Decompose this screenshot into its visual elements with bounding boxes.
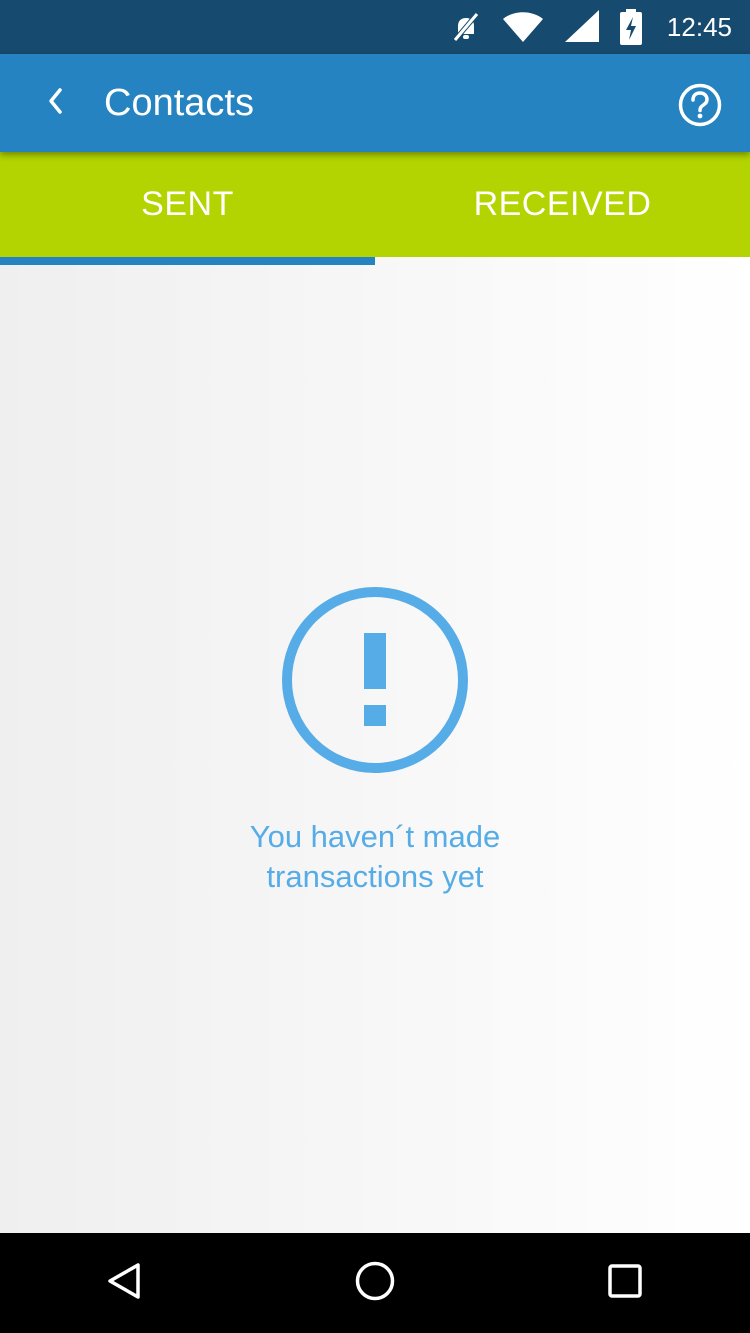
nav-home-button[interactable]: [335, 1243, 415, 1323]
content-area: You haven´t made transactions yet: [0, 257, 750, 1233]
nav-recents-button[interactable]: [585, 1243, 665, 1323]
help-icon: [678, 83, 722, 131]
status-time: 12:45: [666, 11, 732, 42]
home-nav-icon: [354, 1260, 396, 1307]
tab-sent-label: SENT: [141, 185, 234, 223]
back-arrow-icon: [45, 86, 65, 121]
navigation-bar: [0, 1233, 750, 1333]
alert-circle-icon: [0, 585, 750, 775]
tab-received-label: RECEIVED: [473, 185, 652, 223]
status-icons: 12:45: [449, 0, 732, 54]
tab-sent[interactable]: SENT: [0, 152, 375, 257]
empty-state: You haven´t made transactions yet: [0, 585, 750, 897]
signal-icon: [563, 10, 601, 44]
back-button[interactable]: [30, 78, 80, 128]
recents-nav-icon: [605, 1261, 645, 1306]
tab-bar: SENT RECEIVED: [0, 152, 750, 257]
help-button[interactable]: [678, 83, 722, 127]
page-title: Contacts: [104, 82, 254, 124]
tab-received[interactable]: RECEIVED: [375, 152, 750, 257]
wifi-icon: [501, 10, 545, 44]
nav-back-button[interactable]: [85, 1243, 165, 1323]
app-bar: Contacts: [0, 54, 750, 152]
mute-icon: [449, 10, 483, 44]
back-nav-icon: [105, 1261, 145, 1306]
status-bar: 12:45: [0, 0, 750, 54]
empty-state-message: You haven´t made transactions yet: [249, 819, 501, 894]
tab-indicator: [0, 257, 375, 265]
battery-icon: [619, 9, 643, 45]
